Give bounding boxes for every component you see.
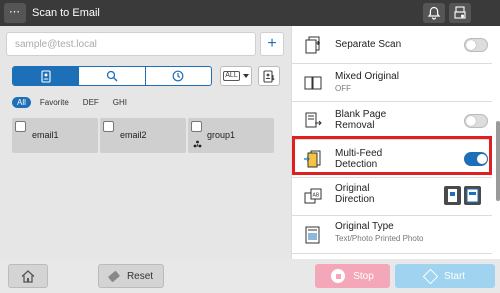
- filter-all[interactable]: All: [12, 96, 31, 108]
- address-book-icon: [41, 69, 51, 83]
- start-icon: [422, 268, 439, 284]
- address-input[interactable]: [7, 33, 255, 55]
- blank-page-toggle[interactable]: [464, 114, 488, 128]
- reset-label: Reset: [126, 270, 154, 282]
- stop-icon: [331, 269, 346, 283]
- orientation-portrait-icon: [444, 186, 461, 205]
- settings-scrollbar[interactable]: [496, 121, 500, 201]
- home-button[interactable]: [8, 264, 48, 288]
- svg-text:AB: AB: [313, 193, 320, 199]
- destination-checkbox[interactable]: [191, 121, 202, 132]
- chevron-down-icon: [242, 74, 249, 78]
- eraser-icon: [107, 270, 121, 282]
- destination-checkbox[interactable]: [103, 121, 114, 132]
- destination-checkbox[interactable]: [15, 121, 26, 132]
- destination-item[interactable]: group1: [188, 118, 274, 153]
- destination-name: group1: [207, 130, 236, 140]
- destination-name: email1: [32, 130, 59, 140]
- original-direction-icon: AB: [304, 188, 322, 204]
- reset-button[interactable]: Reset: [98, 264, 164, 288]
- app-title: Scan to Email: [32, 7, 100, 19]
- blank-page-icon: [305, 112, 322, 128]
- group-icon: [193, 140, 202, 148]
- multi-feed-highlight: [292, 136, 492, 175]
- index-dropdown-value: ALL: [223, 71, 240, 81]
- filter-def[interactable]: DEF: [78, 97, 104, 108]
- destination-panel: + ALL All Favorite DEF GHI email1 email2…: [0, 26, 291, 259]
- index-filters: All Favorite DEF GHI: [12, 95, 132, 109]
- index-dropdown[interactable]: ALL: [220, 66, 252, 86]
- search-icon: [106, 70, 118, 82]
- setting-original-direction[interactable]: AB Original Direction: [292, 178, 492, 216]
- setting-title: Original Direction: [335, 183, 375, 205]
- setting-title: Separate Scan: [335, 39, 402, 50]
- filter-favorite[interactable]: Favorite: [35, 97, 74, 108]
- search-mode-tabs: [12, 66, 212, 86]
- filter-ghi[interactable]: GHI: [108, 97, 132, 108]
- start-button[interactable]: Start: [395, 264, 495, 288]
- menu-button[interactable]: ⋯: [4, 3, 26, 23]
- tab-history[interactable]: [146, 67, 211, 85]
- destination-name: email2: [120, 130, 147, 140]
- device-status-icon[interactable]: [449, 3, 471, 23]
- destination-item[interactable]: email2: [100, 118, 186, 153]
- setting-mixed-original[interactable]: Mixed Original OFF: [292, 64, 492, 102]
- setting-value: OFF: [335, 84, 351, 93]
- home-icon: [21, 270, 35, 283]
- setting-separate-scan[interactable]: Separate Scan: [292, 26, 492, 64]
- mixed-original-icon: [304, 76, 322, 90]
- history-icon: [172, 70, 184, 82]
- start-label: Start: [443, 270, 466, 282]
- stop-label: Stop: [353, 270, 374, 282]
- address-field[interactable]: [6, 32, 256, 56]
- orientation-landscape-icon: [464, 186, 481, 205]
- destination-item[interactable]: email1: [12, 118, 98, 153]
- original-type-icon: [305, 226, 320, 244]
- setting-title: Original Type: [335, 221, 394, 232]
- separate-scan-icon: [305, 36, 320, 54]
- register-address-button[interactable]: [258, 66, 280, 86]
- stop-button[interactable]: Stop: [315, 264, 390, 288]
- footer-bar: Reset Stop Start: [0, 259, 500, 293]
- setting-title: Mixed Original: [335, 71, 399, 82]
- tab-search[interactable]: [79, 67, 146, 85]
- setting-blank-page-removal[interactable]: Blank Page Removal: [292, 102, 492, 140]
- register-address-icon: [263, 70, 275, 83]
- header-bar: ⋯ Scan to Email: [0, 0, 500, 26]
- tab-address-book[interactable]: [13, 67, 80, 85]
- add-destination-button[interactable]: +: [260, 32, 284, 56]
- setting-original-type[interactable]: Original Type Text/Photo Printed Photo: [292, 216, 492, 254]
- bell-icon[interactable]: [423, 3, 445, 23]
- separate-scan-toggle[interactable]: [464, 38, 488, 52]
- setting-value: Text/Photo Printed Photo: [335, 234, 424, 243]
- setting-title: Blank Page Removal: [335, 109, 387, 131]
